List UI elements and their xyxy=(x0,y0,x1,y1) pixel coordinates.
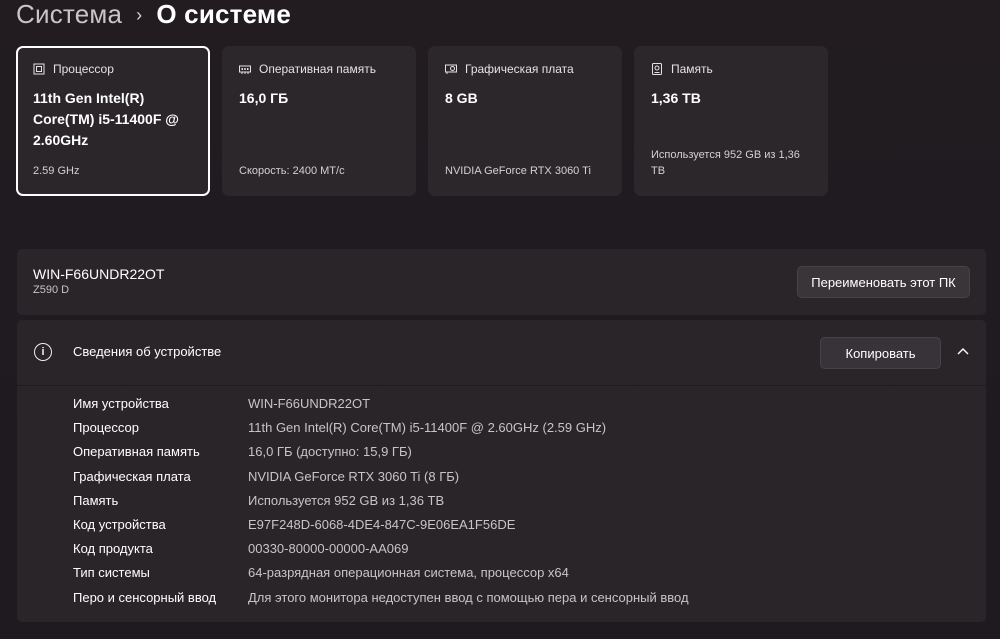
info-label: Имя устройства xyxy=(73,396,169,411)
card-subtext: NVIDIA GeForce RTX 3060 Ti xyxy=(445,165,591,177)
info-value: NVIDIA GeForce RTX 3060 Ti (8 ГБ) xyxy=(248,469,460,484)
pc-model: Z590 D xyxy=(33,284,70,296)
card-subtext: Скорость: 2400 MT/c xyxy=(239,165,345,177)
card-header: Оперативная память xyxy=(239,62,400,76)
info-label: Код продукта xyxy=(73,541,153,556)
card-value: 8 GB xyxy=(445,90,478,106)
card-graphics[interactable]: Графическая плата 8 GB NVIDIA GeForce RT… xyxy=(428,46,622,196)
card-subtext: 2.59 GHz xyxy=(33,165,80,177)
chevron-up-icon[interactable] xyxy=(955,344,971,360)
card-title: Память xyxy=(671,62,713,76)
info-value: 64-разрядная операционная система, проце… xyxy=(248,565,569,580)
card-memory[interactable]: Оперативная память 16,0 ГБ Скорость: 240… xyxy=(222,46,416,196)
pc-name: WIN-F66UNDR22OT xyxy=(33,266,165,282)
card-value: 1,36 TB xyxy=(651,90,701,106)
card-header: Процессор xyxy=(33,62,194,76)
breadcrumb-system-link[interactable]: Система xyxy=(16,0,122,30)
pc-name-section: WIN-F66UNDR22OT Z590 D Переименовать это… xyxy=(17,249,986,315)
card-subtext: Используется 952 GB из 1,36 TB xyxy=(651,149,800,177)
info-value: Для этого монитора недоступен ввод с пом… xyxy=(248,590,689,605)
device-info-title: Сведения об устройстве xyxy=(73,344,222,359)
info-value: 00330-80000-00000-AA069 xyxy=(248,541,409,556)
breadcrumb-separator: › xyxy=(136,4,143,25)
info-value: E97F248D-6068-4DE4-847C-9E06EA1F56DE xyxy=(248,517,516,532)
processor-icon xyxy=(33,63,45,75)
card-header: Память xyxy=(651,62,812,76)
card-storage[interactable]: Память 1,36 TB Используется 952 GB из 1,… xyxy=(634,46,828,196)
info-label: Графическая плата xyxy=(73,469,191,484)
info-label: Память xyxy=(73,493,119,508)
card-title: Графическая плата xyxy=(465,62,574,76)
about-system-page: Система › О системе Процессор 11th Gen I… xyxy=(0,0,1000,639)
info-label: Процессор xyxy=(73,420,139,435)
page-title: О системе xyxy=(156,0,292,29)
card-value: 16,0 ГБ xyxy=(239,90,289,106)
card-header: Графическая плата xyxy=(445,62,606,76)
device-info-header[interactable]: i Сведения об устройстве Копировать xyxy=(17,320,986,385)
storage-icon xyxy=(651,63,663,75)
card-title: Оперативная память xyxy=(259,62,376,76)
info-value: 16,0 ГБ (доступно: 15,9 ГБ) xyxy=(248,444,412,459)
info-label: Код устройства xyxy=(73,517,166,532)
card-value: 11th Gen Intel(R) Core(TM) i5-11400F @ 2… xyxy=(33,90,179,148)
rename-pc-button[interactable]: Переименовать этот ПК xyxy=(797,266,970,298)
card-title: Процессор xyxy=(53,62,114,76)
device-info-list: Имя устройства WIN-F66UNDR22OT Процессор… xyxy=(17,386,986,622)
spec-cards: Процессор 11th Gen Intel(R) Core(TM) i5-… xyxy=(16,46,828,196)
info-value: 11th Gen Intel(R) Core(TM) i5-11400F @ 2… xyxy=(248,420,607,435)
info-label: Тип системы xyxy=(73,565,150,580)
info-value: Используется 952 GB из 1,36 TB xyxy=(248,493,445,508)
memory-icon xyxy=(239,63,251,75)
info-label: Оперативная память xyxy=(73,444,200,459)
info-label: Перо и сенсорный ввод xyxy=(73,590,217,605)
info-value: WIN-F66UNDR22OT xyxy=(248,396,371,411)
graphics-card-icon xyxy=(445,63,457,75)
card-processor[interactable]: Процессор 11th Gen Intel(R) Core(TM) i5-… xyxy=(16,46,210,196)
breadcrumb: Система › О системе xyxy=(16,0,291,34)
copy-button[interactable]: Копировать xyxy=(820,337,941,369)
info-icon: i xyxy=(34,343,52,361)
